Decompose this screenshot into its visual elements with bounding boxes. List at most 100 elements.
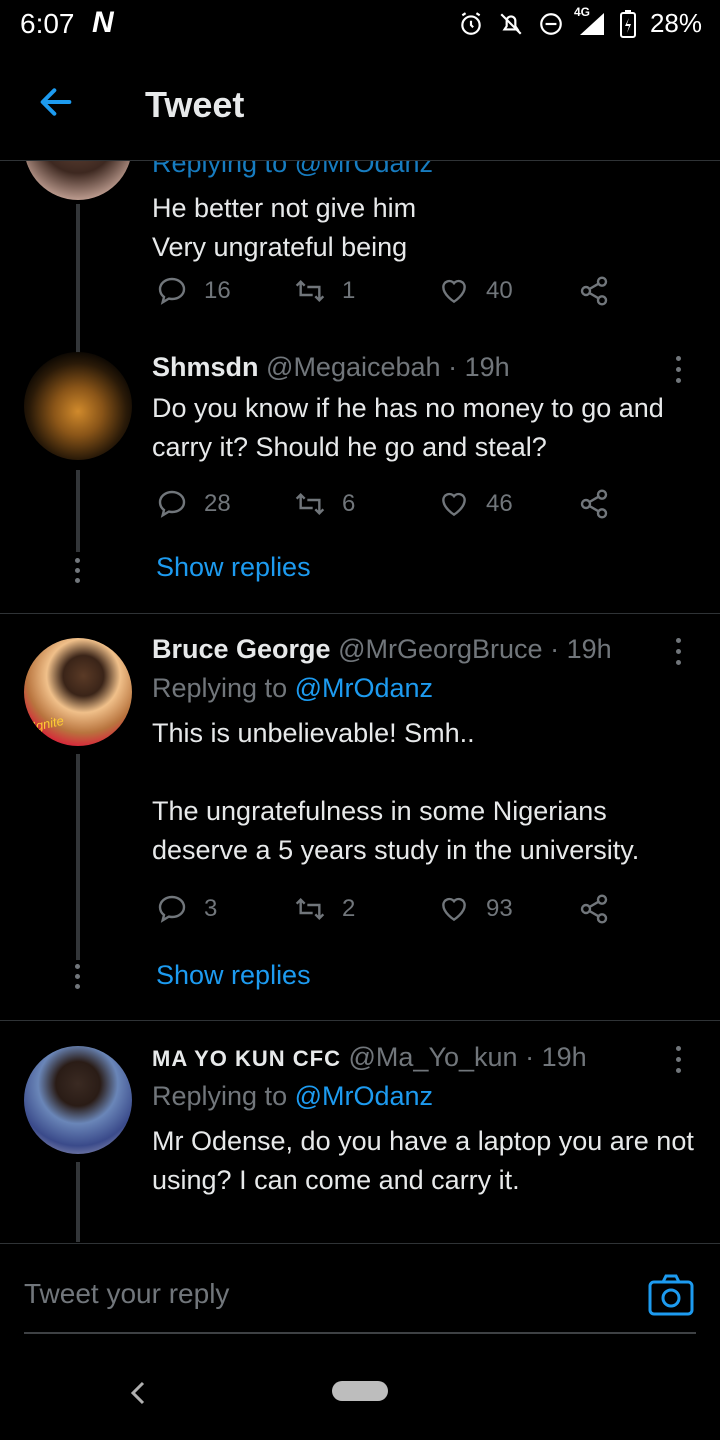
avatar[interactable] (24, 1046, 132, 1154)
nav-back-icon[interactable] (128, 1379, 148, 1407)
tweet-card[interactable]: Shmsdn @Megaicebah · 19h Do you know if … (0, 340, 720, 614)
tweet-meta: MA YO KUN CFC @Ma_Yo_kun · 19h (152, 1042, 697, 1073)
reply-count: 3 (204, 895, 218, 922)
retweet-count: 6 (342, 490, 356, 517)
meta-separator: · (550, 634, 560, 664)
user-name[interactable]: Shmsdn (152, 352, 259, 382)
share-icon (580, 894, 608, 924)
reply-action[interactable]: 16 (156, 275, 231, 307)
like-icon (442, 897, 466, 922)
like-count: 93 (486, 895, 513, 922)
reply-composer: Tweet your reply (0, 1243, 720, 1344)
alarm-icon (461, 11, 481, 35)
user-name[interactable]: MA YO KUN CFC (152, 1046, 341, 1071)
replying-label: Replying to (152, 1081, 288, 1111)
dnd-icon (540, 12, 562, 35)
replying-to: Replying to @MrOdanz (152, 1081, 697, 1112)
like-icon (442, 279, 466, 304)
more-icon[interactable] (676, 1046, 684, 1079)
retweet-icon (295, 279, 325, 303)
share-action[interactable] (578, 893, 610, 925)
tweet-content: Shmsdn @Megaicebah · 19h Do you know if … (152, 352, 697, 467)
reply-input[interactable]: Tweet your reply (24, 1278, 229, 1310)
share-action[interactable] (578, 488, 610, 520)
like-action[interactable]: 93 (438, 893, 513, 925)
thread-line (76, 1162, 80, 1242)
battery-icon (619, 9, 636, 38)
user-handle[interactable]: @Ma_Yo_kun (349, 1042, 518, 1072)
reply-icon (158, 490, 186, 518)
avatar[interactable] (24, 160, 132, 200)
user-handle[interactable]: @Megaicebah (266, 352, 441, 382)
thread-line (76, 204, 80, 354)
page-title: Tweet (145, 84, 245, 125)
tweet-content: Bruce George @MrGeorgBruce · 19h Replyin… (152, 634, 697, 870)
share-icon (580, 276, 608, 306)
tweet-meta: Shmsdn @Megaicebah · 19h (152, 352, 697, 383)
signal-icon: 4G (574, 5, 606, 37)
like-action[interactable]: 46 (438, 488, 513, 520)
retweet-action[interactable]: 1 (294, 275, 355, 307)
reply-icon (158, 277, 186, 305)
reply-count: 28 (204, 490, 231, 517)
tweet-meta: Bruce George @MrGeorgBruce · 19h (152, 634, 697, 665)
like-action[interactable]: 40 (438, 275, 513, 307)
retweet-count: 2 (342, 895, 356, 922)
camera-icon[interactable] (648, 1274, 694, 1316)
top-app-bar: Tweet (0, 52, 720, 161)
tweet-actions: 16 1 40 (156, 275, 626, 315)
tweet-time: 19h (464, 352, 510, 382)
thread-dots (75, 964, 81, 994)
divider (0, 1020, 720, 1021)
show-replies-link[interactable]: Show replies (156, 552, 311, 583)
replying-label: Replying to (152, 673, 288, 703)
tweet-card[interactable]: Ignite Bruce George @MrGeorgBruce · 19h … (0, 620, 720, 1020)
back-arrow-icon[interactable] (36, 82, 76, 122)
share-icon (580, 489, 608, 519)
show-replies-link[interactable]: Show replies (156, 960, 311, 991)
share-action[interactable] (578, 275, 610, 307)
network-type: 4G (573, 4, 590, 19)
retweet-action[interactable]: 6 (294, 488, 355, 520)
status-time: 6:07 (20, 8, 75, 39)
retweet-icon (295, 492, 325, 516)
mute-icon (500, 12, 522, 35)
home-pill[interactable] (332, 1381, 388, 1401)
avatar-shirt-text: Ignite (30, 712, 66, 735)
thread-dots (75, 558, 81, 588)
reply-action[interactable]: 28 (156, 488, 231, 520)
like-icon (442, 492, 466, 517)
status-icons: 4G 28% (458, 5, 702, 39)
battery-percent: 28% (649, 8, 702, 38)
divider (0, 613, 720, 614)
reply-icon (158, 895, 186, 923)
thread-line (76, 754, 80, 960)
tweet-card[interactable]: MA YO KUN CFC @Ma_Yo_kun · 19h Replying … (0, 1028, 720, 1242)
replying-handle[interactable]: @MrOdanz (295, 673, 433, 703)
more-icon[interactable] (676, 638, 684, 671)
avatar[interactable]: Ignite (24, 638, 132, 746)
status-bar: 6:07 N 4G 28% (0, 0, 720, 52)
tweet-card[interactable]: Replying to @MrOdanz He better not give … (0, 160, 720, 354)
retweet-action[interactable]: 2 (294, 893, 355, 925)
replying-handle[interactable]: @MrOdanz (295, 1081, 433, 1111)
tweet-content: MA YO KUN CFC @Ma_Yo_kun · 19h Replying … (152, 1042, 697, 1200)
tweet-text: He better not give him Very ungrateful b… (152, 193, 417, 262)
user-name[interactable]: Bruce George (152, 634, 331, 664)
more-icon[interactable] (676, 356, 684, 389)
tweet-actions: 3 2 93 (156, 893, 626, 933)
tweet-time: 19h (541, 1042, 587, 1072)
retweet-icon (295, 897, 325, 921)
tweet-text: Mr Odense, do you have a laptop you are … (152, 1126, 694, 1195)
meta-separator: · (448, 352, 458, 382)
tweet-actions: 28 6 46 (156, 488, 626, 528)
reply-action[interactable]: 3 (156, 893, 217, 925)
system-nav-bar (0, 1343, 720, 1440)
tweet-text: Do you know if he has no money to go and… (152, 393, 664, 462)
user-handle[interactable]: @MrGeorgBruce (338, 634, 542, 664)
reply-input-underline (24, 1332, 696, 1334)
avatar[interactable] (24, 352, 132, 460)
reply-feed[interactable]: Replying to @MrOdanz He better not give … (0, 160, 720, 1242)
tweet-time: 19h (566, 634, 612, 664)
tweet-text: This is unbelievable! Smh.. The ungratef… (152, 718, 640, 865)
